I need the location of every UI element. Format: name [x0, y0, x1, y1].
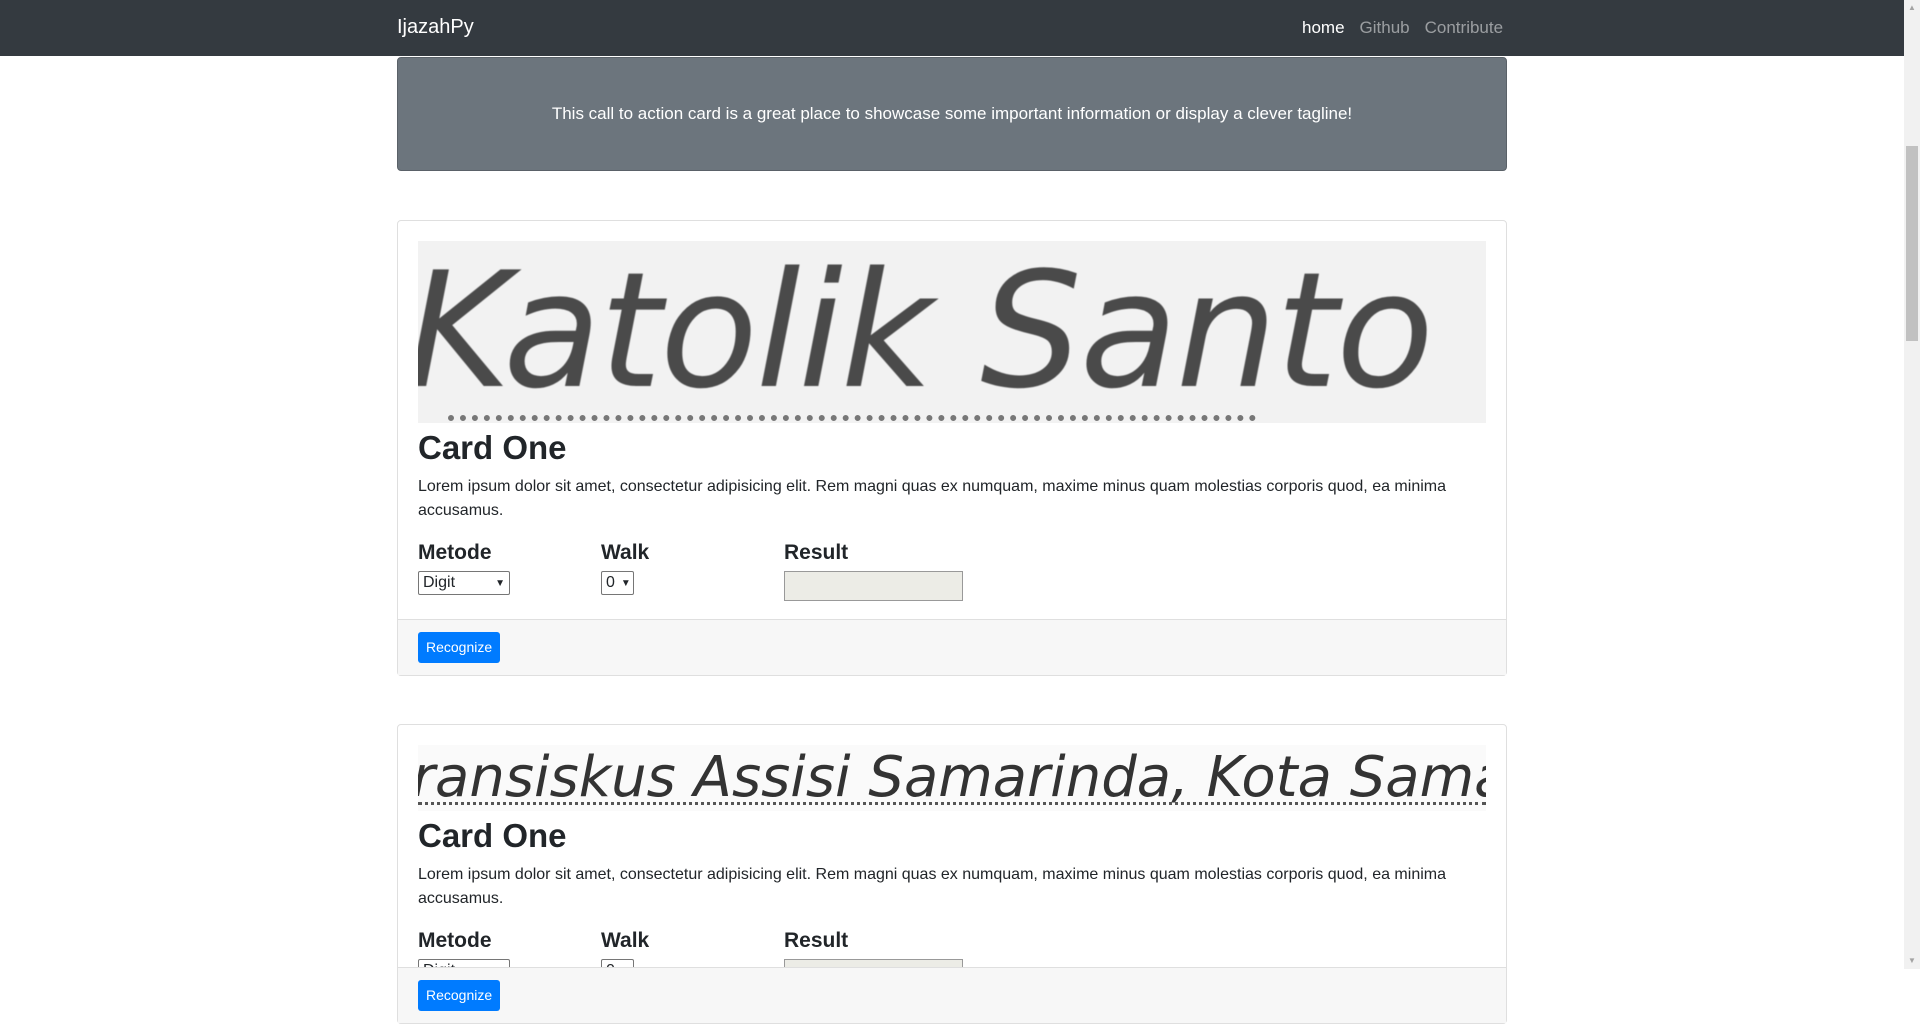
recognition-card: Katolik Santo Card One Lorem ipsum dolor…: [397, 220, 1507, 676]
card-body: Katolik Santo Card One Lorem ipsum dolor…: [398, 221, 1506, 629]
scroll-up-arrow-icon[interactable]: ▲: [1904, 0, 1920, 16]
walk-select[interactable]: 0 ▼: [601, 571, 634, 595]
handwriting-image: ransiskus Assisi Samarinda, Kota Samarin…: [418, 745, 1486, 811]
recognize-button[interactable]: Recognize: [418, 980, 501, 1011]
walk-label: Walk: [601, 541, 650, 564]
card-title: Card One: [418, 817, 567, 854]
recognize-button[interactable]: Recognize: [418, 632, 501, 663]
result-field: Result: [784, 539, 963, 601]
recognition-card: ransiskus Assisi Samarinda, Kota Samarin…: [397, 724, 1507, 1024]
card-footer: Recognize: [398, 967, 1506, 1023]
result-label: Result: [784, 929, 849, 952]
walk-select-value: 0: [606, 574, 615, 591]
dropdown-arrow-icon: ▼: [620, 577, 631, 589]
card-text: Lorem ipsum dolor sit amet, consectetur …: [418, 866, 1446, 907]
result-label: Result: [784, 541, 849, 564]
cta-text: This call to action card is a great plac…: [551, 104, 1353, 123]
card-text: Lorem ipsum dolor sit amet, consectetur …: [418, 478, 1446, 519]
card-footer: Recognize: [398, 619, 1506, 675]
scrollbar-thumb[interactable]: [1906, 146, 1918, 341]
card-title: Card One: [418, 429, 567, 466]
brand-logo[interactable]: IjazahPy: [397, 16, 474, 39]
result-output[interactable]: [784, 571, 963, 601]
dropdown-arrow-icon: ▼: [495, 577, 505, 589]
metode-select[interactable]: Digit ▼: [418, 571, 510, 595]
nav-links: home Github Contribute: [1302, 18, 1503, 38]
dotted-line: [418, 801, 1486, 805]
metode-label: Metode: [418, 929, 492, 952]
handwriting-image: Katolik Santo: [418, 241, 1486, 423]
metode-field: Metode Digit ▼: [418, 539, 510, 595]
metode-label: Metode: [418, 541, 492, 564]
vertical-scrollbar[interactable]: ▲ ▼: [1904, 0, 1920, 969]
handwriting-image-text: Katolik Santo: [418, 241, 1434, 423]
dotted-line: [448, 407, 1256, 421]
handwriting-image-text: ransiskus Assisi Samarinda, Kota Samarin…: [418, 745, 1486, 810]
walk-label: Walk: [601, 929, 650, 952]
scroll-down-arrow-icon[interactable]: ▼: [1904, 953, 1920, 969]
nav-link-github[interactable]: Github: [1360, 18, 1410, 38]
form-fields: Metode Digit ▼ Walk 0 ▼ Result: [418, 539, 1486, 609]
nav-link-home[interactable]: home: [1302, 18, 1345, 38]
metode-select-value: Digit: [423, 574, 456, 591]
call-to-action-card: This call to action card is a great plac…: [397, 57, 1507, 171]
walk-field: Walk 0 ▼: [601, 539, 649, 595]
top-navbar: IjazahPy home Github Contribute: [0, 0, 1904, 56]
nav-link-contribute[interactable]: Contribute: [1425, 18, 1503, 38]
